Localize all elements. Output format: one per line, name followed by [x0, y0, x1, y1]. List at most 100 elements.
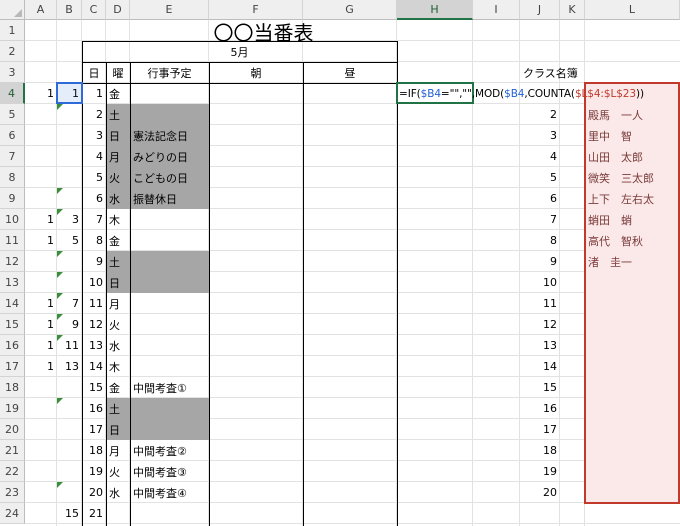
counter-b[interactable]: 5: [57, 230, 82, 251]
weekday-cell[interactable]: 金: [106, 377, 130, 398]
event-cell[interactable]: みどりの日: [130, 146, 209, 167]
weekday-cell[interactable]: 月: [106, 440, 130, 461]
event-cell[interactable]: [130, 272, 209, 293]
counter-b[interactable]: [57, 125, 82, 146]
row-header-17[interactable]: 17: [0, 356, 25, 377]
row-header-10[interactable]: 10: [0, 209, 25, 230]
counter-a[interactable]: [25, 251, 57, 272]
weekday-cell[interactable]: 火: [106, 167, 130, 188]
roster-number[interactable]: 2: [520, 104, 560, 125]
counter-a[interactable]: 1: [25, 209, 57, 230]
column-header-a[interactable]: A: [25, 0, 57, 20]
row-header-6[interactable]: 6: [0, 125, 25, 146]
weekday-cell[interactable]: 月: [106, 293, 130, 314]
event-cell[interactable]: こどもの日: [130, 167, 209, 188]
event-cell[interactable]: [130, 104, 209, 125]
counter-b[interactable]: [57, 461, 82, 482]
counter-a[interactable]: 1: [25, 293, 57, 314]
roster-number[interactable]: 10: [520, 272, 560, 293]
day-cell[interactable]: 18: [82, 440, 106, 461]
counter-a[interactable]: [25, 482, 57, 503]
event-cell[interactable]: 中間考査④: [130, 482, 209, 503]
column-header-d[interactable]: D: [106, 0, 130, 20]
counter-a[interactable]: [25, 419, 57, 440]
roster-number[interactable]: 14: [520, 356, 560, 377]
select-all-corner[interactable]: [0, 0, 25, 20]
formula-edit-text[interactable]: =IF($B4 ="","",MOD($B4 ,COUNTA($L$4:$L$23)…: [399, 83, 644, 104]
column-header-c[interactable]: C: [82, 0, 106, 20]
event-cell[interactable]: [130, 314, 209, 335]
day-cell[interactable]: 17: [82, 419, 106, 440]
row-header-1[interactable]: 1: [0, 20, 25, 41]
event-cell[interactable]: [130, 83, 209, 104]
row-header-5[interactable]: 5: [0, 104, 25, 125]
counter-a[interactable]: [25, 440, 57, 461]
day-cell[interactable]: 7: [82, 209, 106, 230]
roster-number[interactable]: 20: [520, 482, 560, 503]
column-header-h[interactable]: H: [397, 0, 473, 20]
day-cell[interactable]: 15: [82, 377, 106, 398]
day-cell[interactable]: 3: [82, 125, 106, 146]
counter-a[interactable]: [25, 104, 57, 125]
day-cell[interactable]: 8: [82, 230, 106, 251]
row-header-12[interactable]: 12: [0, 251, 25, 272]
column-header-l[interactable]: L: [585, 0, 680, 20]
counter-a[interactable]: 1: [25, 83, 57, 104]
weekday-cell[interactable]: 日: [106, 272, 130, 293]
column-header-j[interactable]: J: [520, 0, 560, 20]
event-cell[interactable]: [130, 209, 209, 230]
day-cell[interactable]: 11: [82, 293, 106, 314]
weekday-cell[interactable]: 土: [106, 251, 130, 272]
row-header-14[interactable]: 14: [0, 293, 25, 314]
column-header-g[interactable]: G: [303, 0, 397, 20]
counter-b[interactable]: 15: [57, 503, 82, 524]
day-cell[interactable]: 21: [82, 503, 106, 524]
row-header-16[interactable]: 16: [0, 335, 25, 356]
counter-b[interactable]: 13: [57, 356, 82, 377]
row-header-2[interactable]: 2: [0, 41, 25, 62]
weekday-cell[interactable]: 木: [106, 356, 130, 377]
counter-a[interactable]: [25, 461, 57, 482]
event-cell[interactable]: [130, 398, 209, 419]
row-header-11[interactable]: 11: [0, 230, 25, 251]
row-header-3[interactable]: 3: [0, 62, 25, 83]
row-header-9[interactable]: 9: [0, 188, 25, 209]
day-cell[interactable]: 14: [82, 356, 106, 377]
roster-number[interactable]: 3: [520, 125, 560, 146]
row-header-4[interactable]: 4: [0, 83, 25, 104]
weekday-cell[interactable]: 木: [106, 209, 130, 230]
event-cell[interactable]: [130, 293, 209, 314]
roster-number[interactable]: 17: [520, 419, 560, 440]
day-cell[interactable]: 6: [82, 188, 106, 209]
row-header-23[interactable]: 23: [0, 482, 25, 503]
roster-number[interactable]: 11: [520, 293, 560, 314]
column-header-b[interactable]: B: [57, 0, 82, 20]
roster-number[interactable]: 5: [520, 167, 560, 188]
roster-number[interactable]: 15: [520, 377, 560, 398]
event-cell[interactable]: 憲法記念日: [130, 125, 209, 146]
counter-a[interactable]: 1: [25, 356, 57, 377]
counter-b[interactable]: [57, 419, 82, 440]
event-cell[interactable]: 中間考査③: [130, 461, 209, 482]
event-cell[interactable]: [130, 230, 209, 251]
day-cell[interactable]: 19: [82, 461, 106, 482]
row-header-8[interactable]: 8: [0, 167, 25, 188]
roster-number[interactable]: 7: [520, 209, 560, 230]
column-header-e[interactable]: E: [130, 0, 209, 20]
weekday-cell[interactable]: 日: [106, 419, 130, 440]
weekday-cell[interactable]: 金: [106, 230, 130, 251]
weekday-cell[interactable]: 火: [106, 314, 130, 335]
row-header-20[interactable]: 20: [0, 419, 25, 440]
row-header-15[interactable]: 15: [0, 314, 25, 335]
row-header-24[interactable]: 24: [0, 503, 25, 524]
counter-a[interactable]: [25, 272, 57, 293]
roster-number[interactable]: 13: [520, 335, 560, 356]
event-cell[interactable]: [130, 251, 209, 272]
roster-number[interactable]: 16: [520, 398, 560, 419]
counter-a[interactable]: [25, 125, 57, 146]
roster-number[interactable]: 12: [520, 314, 560, 335]
event-cell[interactable]: 中間考査②: [130, 440, 209, 461]
counter-a[interactable]: [25, 167, 57, 188]
weekday-cell[interactable]: 土: [106, 104, 130, 125]
day-cell[interactable]: 20: [82, 482, 106, 503]
